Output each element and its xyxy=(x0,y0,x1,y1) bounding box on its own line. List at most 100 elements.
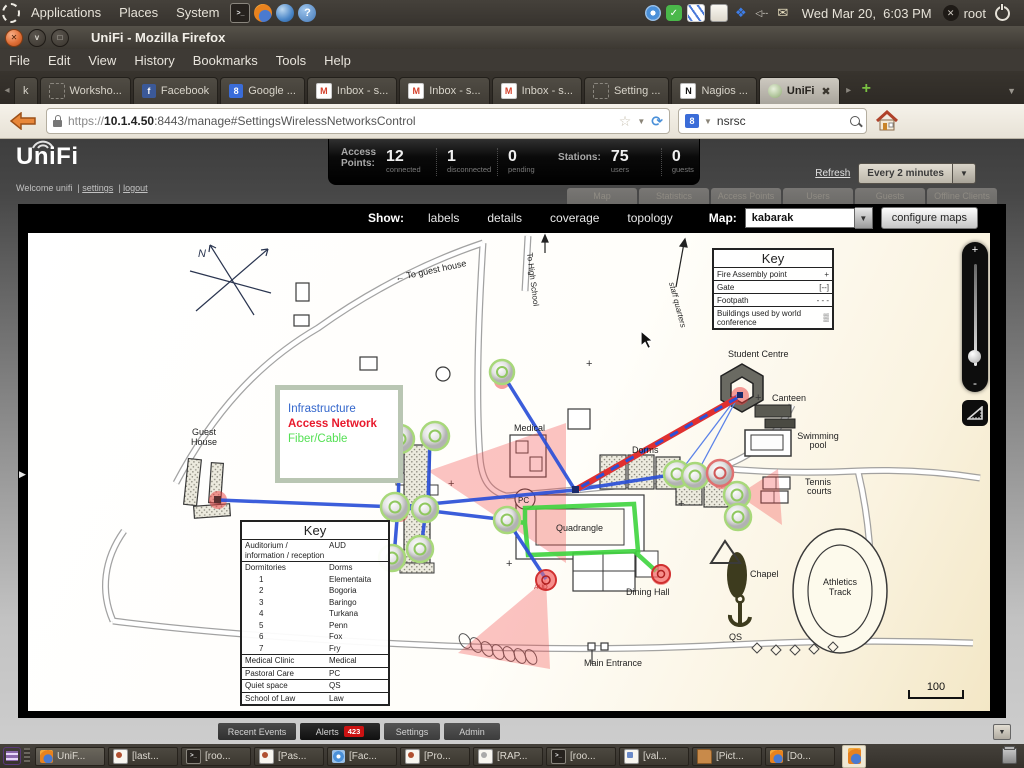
task-do[interactable]: [Do... xyxy=(765,747,835,766)
show-option[interactable]: details xyxy=(487,211,522,225)
window-maximize-button[interactable]: □ xyxy=(51,29,69,47)
unifi-nav-tab[interactable]: Access Points xyxy=(711,188,781,204)
refresh-link[interactable]: Refresh xyxy=(815,168,850,179)
task-root-terminal-2[interactable]: >_[roo... xyxy=(546,747,616,766)
zoom-in-button[interactable]: + xyxy=(962,244,988,256)
measure-tool-button[interactable] xyxy=(962,400,988,426)
unifi-nav-tab[interactable]: Users xyxy=(783,188,853,204)
logout-link[interactable]: logout xyxy=(123,183,148,193)
task-facebook[interactable]: [Fac... xyxy=(327,747,397,766)
panel-handle[interactable] xyxy=(24,748,30,764)
tab-workshop[interactable]: Worksho... xyxy=(40,77,131,104)
help-icon[interactable]: ? xyxy=(298,4,316,22)
chromium-tray-icon[interactable] xyxy=(645,5,661,21)
home-icon[interactable] xyxy=(875,110,899,132)
window-close-button[interactable]: ✕ xyxy=(5,29,23,47)
tab-unifi-active[interactable]: UniFi✖ xyxy=(759,77,840,104)
tab-partial[interactable]: k xyxy=(14,77,38,104)
browser-launcher-icon[interactable] xyxy=(276,4,294,22)
tab-nagios[interactable]: NNagios ... xyxy=(671,77,756,104)
dropbox-tray-icon[interactable]: ❖ xyxy=(733,5,749,21)
task-val[interactable]: [val... xyxy=(619,747,689,766)
task-pictures[interactable]: [Pict... xyxy=(692,747,762,766)
window-titlebar[interactable]: ✕ v □ UniFi - Mozilla Firefox xyxy=(0,26,1024,49)
menu-system[interactable]: System xyxy=(167,0,228,26)
refresh-dropdown-button[interactable]: ▼ xyxy=(953,163,976,184)
unifi-nav-tab[interactable]: Map xyxy=(567,188,637,204)
ap-disconnected[interactable] xyxy=(707,460,733,486)
url-text[interactable]: https://10.1.4.50:8443/manage#SettingsWi… xyxy=(68,114,613,128)
back-button[interactable] xyxy=(8,109,38,133)
url-bar[interactable]: https://10.1.4.50:8443/manage#SettingsWi… xyxy=(46,108,670,134)
tab-scroll-right-icon[interactable]: ▸ xyxy=(842,85,856,104)
volume-muted-icon[interactable]: ◁-- xyxy=(754,5,770,21)
menubar-item[interactable]: File xyxy=(0,53,39,68)
reload-icon[interactable]: ⟳ xyxy=(651,113,663,130)
refresh-interval-dropdown[interactable]: Every 2 minutes xyxy=(858,163,953,184)
map-select[interactable]: kabarak xyxy=(745,208,855,228)
menubar-item[interactable]: Tools xyxy=(267,53,315,68)
settings-link[interactable]: settings xyxy=(82,183,113,193)
firefox-launcher-box[interactable] xyxy=(842,745,866,768)
menubar-item[interactable]: Help xyxy=(315,53,360,68)
unifi-nav-tab[interactable]: Statistics xyxy=(639,188,709,204)
window-list-icon[interactable] xyxy=(3,747,21,765)
search-magnifier-icon[interactable] xyxy=(850,116,860,126)
admin-tab[interactable]: Admin xyxy=(444,723,500,740)
recent-events-tab[interactable]: Recent Events xyxy=(218,723,296,740)
task-pas[interactable]: [Pas... xyxy=(254,747,324,766)
sidebar-expand-icon[interactable]: ▶ xyxy=(19,469,26,480)
tab-inbox-1[interactable]: MInbox - s... xyxy=(307,77,397,104)
mail-tray-icon[interactable]: ✉ xyxy=(775,5,791,21)
user-avatar[interactable]: ✕ xyxy=(943,5,959,21)
task-last[interactable]: [last... xyxy=(108,747,178,766)
menubar-item[interactable]: Edit xyxy=(39,53,79,68)
bookmark-star-icon[interactable]: ☆ xyxy=(619,113,632,130)
unifi-nav-tab[interactable]: Offline Clients xyxy=(927,188,997,204)
tab-google[interactable]: 8Google ... xyxy=(220,77,305,104)
skype-tray-icon[interactable]: ✓ xyxy=(666,5,682,21)
trash-icon[interactable] xyxy=(1002,748,1017,764)
menubar-item[interactable]: History xyxy=(125,53,183,68)
menu-places[interactable]: Places xyxy=(110,0,167,26)
settings-tab[interactable]: Settings xyxy=(384,723,440,740)
new-tab-button[interactable]: + xyxy=(856,80,877,104)
task-root-terminal-1[interactable]: >_[roo... xyxy=(181,747,251,766)
search-engine-icon[interactable]: 8 xyxy=(685,114,699,128)
task-unifi[interactable]: UniF... xyxy=(35,747,105,766)
tab-settings[interactable]: Setting ... xyxy=(584,77,669,104)
menubar-item[interactable]: Bookmarks xyxy=(184,53,267,68)
tab-scroll-left-icon[interactable]: ◂ xyxy=(0,85,14,104)
firefox-launcher-icon[interactable] xyxy=(254,4,272,22)
configure-maps-button[interactable]: configure maps xyxy=(881,207,978,229)
window-minimize-button[interactable]: v xyxy=(28,29,46,47)
task-rap[interactable]: [RAP... xyxy=(473,747,543,766)
tab-facebook[interactable]: fFacebook xyxy=(133,77,218,104)
power-icon[interactable] xyxy=(995,6,1010,21)
unifi-nav-tab[interactable]: Guests xyxy=(855,188,925,204)
task-pro[interactable]: [Pro... xyxy=(400,747,470,766)
app-tray-icon[interactable] xyxy=(687,4,705,22)
tab-inbox-2[interactable]: MInbox - s... xyxy=(399,77,489,104)
search-input[interactable]: nsrsc xyxy=(717,114,746,128)
search-engine-dropdown-icon[interactable]: ▼ xyxy=(704,117,712,126)
bottom-dropdown-button[interactable]: ▼ xyxy=(993,724,1011,740)
zoom-out-button[interactable]: - xyxy=(962,376,988,390)
show-option[interactable]: topology xyxy=(627,211,672,225)
terminal-launcher-icon[interactable]: >_ xyxy=(230,3,250,23)
clock[interactable]: Wed Mar 20, 6:03 PM xyxy=(802,6,932,21)
tab-inbox-3[interactable]: MInbox - s... xyxy=(492,77,582,104)
alerts-tab[interactable]: Alerts423 xyxy=(300,723,380,740)
search-bar[interactable]: 8 ▼ nsrsc xyxy=(678,108,867,134)
tab-list-dropdown-icon[interactable]: ▼ xyxy=(1007,86,1024,104)
tab-close-icon[interactable]: ✖ xyxy=(821,85,830,98)
url-dropdown-icon[interactable]: ▼ xyxy=(637,117,645,126)
menubar-item[interactable]: View xyxy=(79,53,125,68)
show-option[interactable]: labels xyxy=(428,211,459,225)
zoom-knob[interactable] xyxy=(968,350,981,363)
zoom-slider[interactable]: + - xyxy=(962,242,988,392)
menu-applications[interactable]: Applications xyxy=(22,0,110,26)
distro-logo-icon[interactable] xyxy=(2,4,20,22)
map-select-arrow[interactable]: ▼ xyxy=(855,207,873,229)
chart-tray-icon[interactable] xyxy=(710,4,728,22)
